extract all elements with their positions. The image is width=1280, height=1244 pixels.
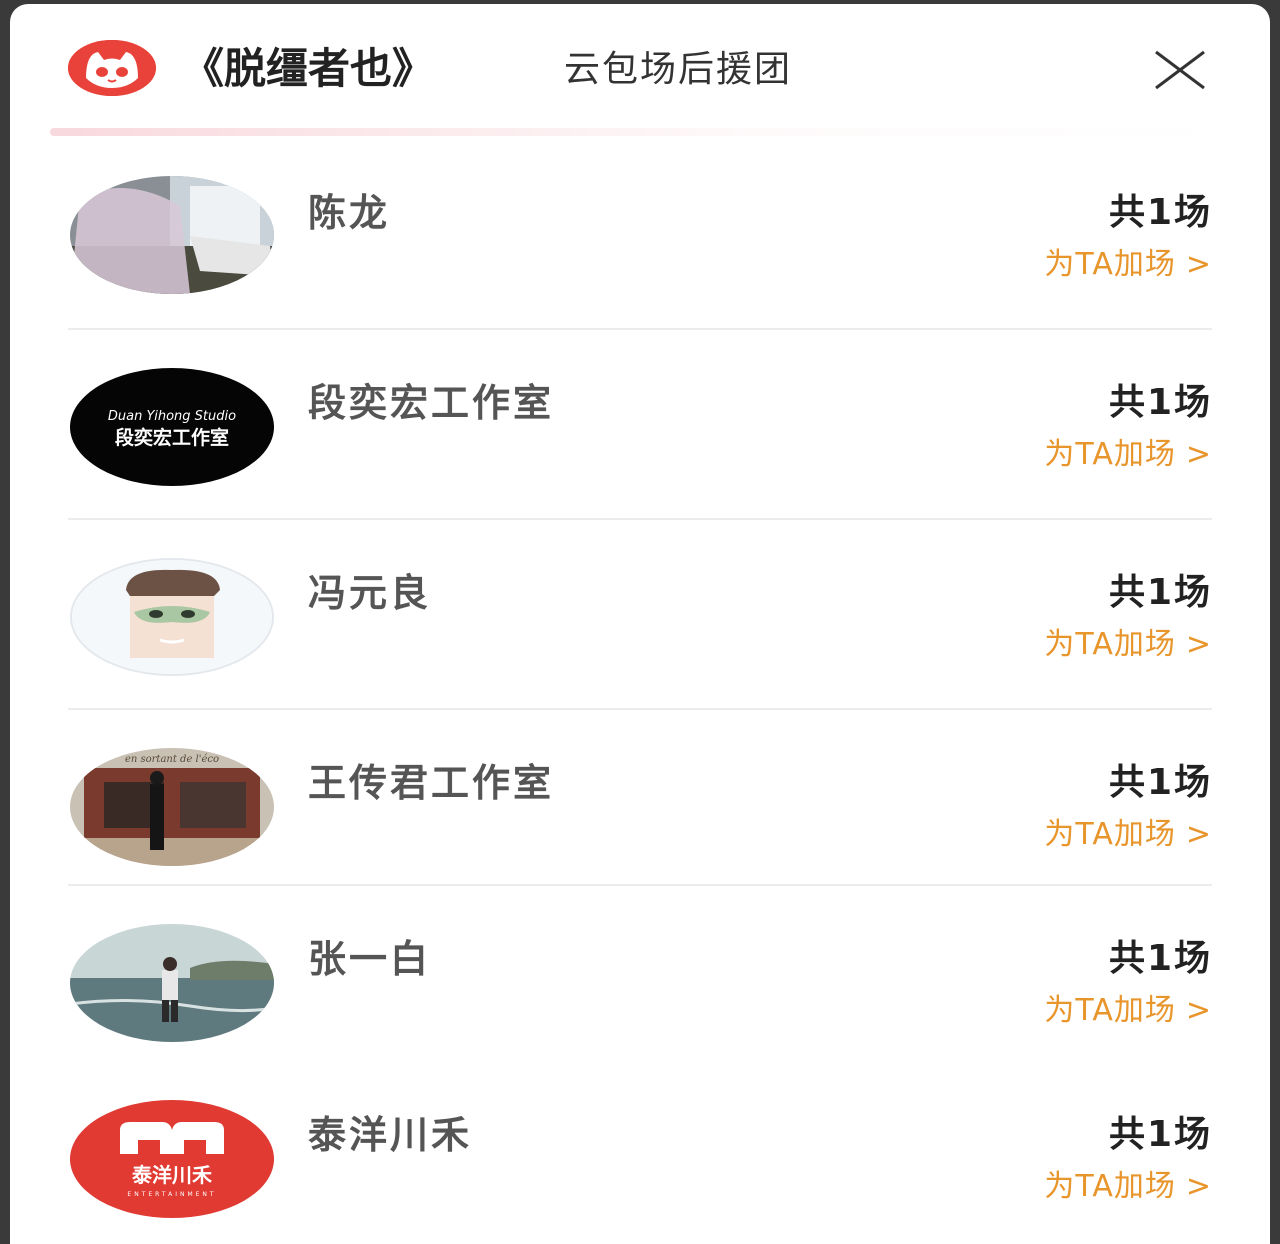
add-show-label: 为TA加场	[1044, 247, 1176, 282]
add-show-link[interactable]: 为TA加场 >	[1044, 814, 1212, 856]
avatar-caption: Duan Yihong Studio	[108, 409, 236, 424]
page-subtitle: 云包场后援团	[564, 49, 793, 90]
avatar-caption: 段奕宏工作室	[115, 426, 229, 449]
supporter-name: 冯元良	[308, 571, 432, 615]
header-divider	[50, 128, 1230, 136]
supporter-name: 张一白	[308, 937, 432, 981]
list-item: 张一白 共1场 为TA加场 >	[68, 886, 1212, 1062]
chevron-right-icon: >	[1185, 817, 1212, 852]
add-show-label: 为TA加场	[1044, 817, 1176, 852]
list-item: 冯元良 共1场 为TA加场 >	[68, 520, 1212, 710]
cat-logo-icon	[68, 40, 156, 96]
support-group-sheet: 《脱缰者也》 云包场后援团 陈龙 共1场 为TA加场 > Duan Yihong…	[10, 4, 1270, 1244]
supporter-name: 段奕宏工作室	[308, 381, 555, 425]
add-show-label: 为TA加场	[1044, 627, 1176, 662]
supporter-name: 王传君工作室	[308, 761, 555, 805]
avatar-caption: en sortant de l'éco	[125, 754, 219, 765]
add-show-label: 为TA加场	[1044, 437, 1176, 472]
avatar[interactable]: 泰洋川禾 ENTERTAINMENT	[70, 1100, 274, 1218]
chevron-right-icon: >	[1185, 437, 1212, 472]
chevron-right-icon: >	[1185, 247, 1212, 282]
avatar[interactable]: en sortant de l'éco	[70, 748, 274, 866]
avatar[interactable]	[70, 176, 274, 294]
list-item: 陈龙 共1场 为TA加场 >	[68, 164, 1212, 330]
close-button[interactable]	[1150, 42, 1210, 102]
avatar[interactable]	[70, 924, 274, 1042]
show-count: 共1场	[1108, 382, 1212, 423]
chevron-right-icon: >	[1185, 627, 1212, 662]
add-show-label: 为TA加场	[1044, 993, 1176, 1028]
show-count: 共1场	[1108, 938, 1212, 979]
show-count: 共1场	[1108, 762, 1212, 803]
add-show-link[interactable]: 为TA加场 >	[1044, 990, 1212, 1032]
avatar-caption: 泰洋川禾	[131, 1163, 212, 1187]
list-item: en sortant de l'éco 王传君工作室 共1场 为TA加场 >	[68, 710, 1212, 886]
avatar[interactable]: Duan Yihong Studio 段奕宏工作室	[70, 368, 274, 486]
chevron-right-icon: >	[1185, 993, 1212, 1028]
show-count: 共1场	[1108, 572, 1212, 613]
avatar[interactable]	[70, 558, 274, 676]
show-count: 共1场	[1108, 192, 1212, 233]
list-item: 泰洋川禾 ENTERTAINMENT 泰洋川禾 共1场 为TA加场 >	[68, 1062, 1212, 1238]
add-show-link[interactable]: 为TA加场 >	[1044, 624, 1212, 666]
add-show-link[interactable]: 为TA加场 >	[1044, 434, 1212, 476]
avatar-caption: ENTERTAINMENT	[127, 1191, 216, 1198]
show-count: 共1场	[1108, 1114, 1212, 1155]
add-show-link[interactable]: 为TA加场 >	[1044, 1166, 1212, 1208]
chevron-right-icon: >	[1185, 1169, 1212, 1204]
sheet-header: 《脱缰者也》 云包场后援团	[10, 4, 1270, 136]
list-item: Duan Yihong Studio 段奕宏工作室 段奕宏工作室 共1场 为TA…	[68, 330, 1212, 520]
movie-title: 《脱缰者也》	[182, 44, 435, 93]
supporter-name: 陈龙	[308, 191, 391, 235]
close-icon	[1155, 50, 1205, 90]
add-show-link[interactable]: 为TA加场 >	[1044, 244, 1212, 286]
add-show-label: 为TA加场	[1044, 1169, 1176, 1204]
supporter-name: 泰洋川禾	[308, 1113, 473, 1157]
